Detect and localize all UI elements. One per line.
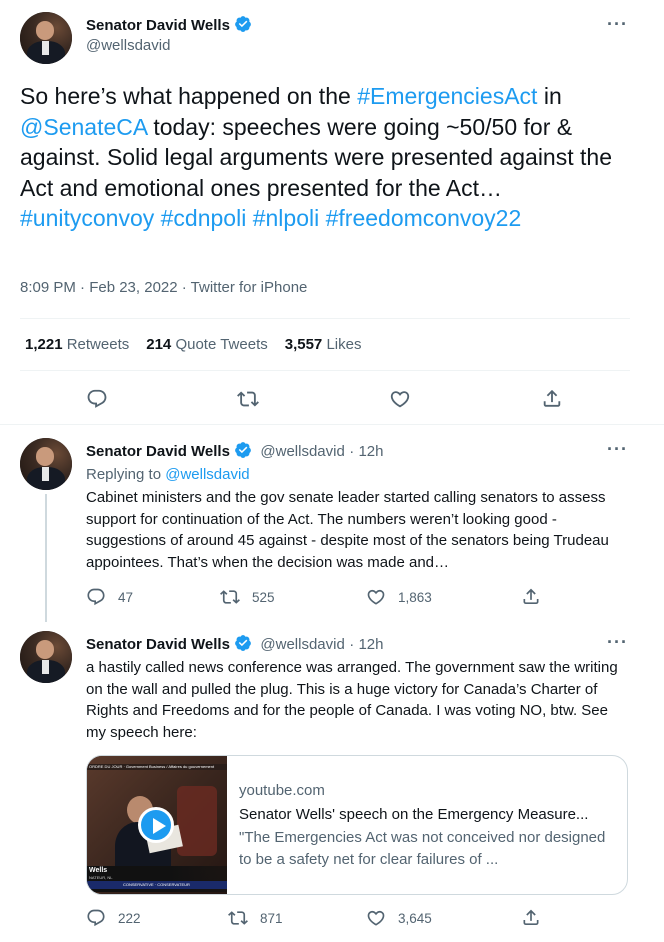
main-tweet-text: So here’s what happened on the #Emergenc… [20, 81, 632, 234]
divider [0, 424, 664, 425]
like-button[interactable]: 1,863 [366, 587, 432, 607]
more-icon[interactable]: ··· [607, 632, 628, 653]
card-title: Senator Wells' speech on the Emergency M… [239, 806, 589, 823]
reply-time[interactable]: · 12h [349, 636, 383, 653]
like-icon [367, 910, 385, 926]
reply-icon [87, 909, 105, 927]
likes-stat[interactable]: 3,557 Likes [285, 336, 362, 353]
media-subtitle: NATEUR, NL [89, 875, 113, 880]
likes-label: Likes [326, 336, 362, 353]
hashtag-link[interactable]: #EmergenciesAct [357, 83, 537, 109]
media-tag: CONSERVATIVE · CONSERVATEUR [123, 882, 190, 887]
reply-icon[interactable] [86, 388, 108, 410]
reply-count: 47 [118, 589, 134, 605]
retweet-icon [220, 590, 240, 604]
replying-to-handle[interactable]: @wellsdavid [165, 466, 249, 483]
retweets-stat[interactable]: 1,221 Retweets [25, 336, 129, 353]
thread-connector [45, 494, 47, 622]
hashtag-link[interactable]: #cdnpoli [161, 205, 247, 231]
quote-tweets-stat[interactable]: 214 Quote Tweets [146, 336, 267, 353]
main-author-name[interactable]: Senator David Wells [86, 17, 230, 34]
reply-avatar[interactable] [20, 438, 72, 490]
link-card[interactable]: ORDRE DU JOUR · Government Business / Af… [86, 755, 628, 895]
quotes-label: Quote Tweets [175, 336, 268, 353]
reply-button[interactable]: 222 [86, 908, 141, 928]
quotes-count: 214 [146, 336, 172, 353]
retweet-icon [228, 911, 248, 925]
card-description: "The Emergencies Act was not conceived n… [239, 829, 606, 868]
tweet-timestamp[interactable]: 8:09 PM · Feb 23, 2022 · Twitter for iPh… [20, 279, 307, 296]
like-icon [367, 589, 385, 605]
hashtag-link[interactable]: #nlpoli [253, 205, 320, 231]
share-icon[interactable] [541, 387, 563, 410]
reply-icon [87, 588, 105, 606]
like-count: 3,645 [398, 910, 432, 926]
divider [20, 370, 630, 371]
reply-author-handle[interactable]: @wellsdavid [260, 443, 344, 460]
reply-time[interactable]: · 12h [349, 443, 383, 460]
media-banner: ORDRE DU JOUR · Government Business / Af… [89, 764, 215, 769]
hashtag-link[interactable]: #freedomconvoy22 [326, 205, 522, 231]
retweets-label: Retweets [66, 336, 130, 353]
reply-author-name[interactable]: Senator David Wells [86, 636, 230, 653]
main-avatar[interactable] [20, 12, 72, 64]
like-icon[interactable] [389, 388, 411, 410]
card-domain: youtube.com [239, 782, 325, 799]
video-thumbnail[interactable]: ORDRE DU JOUR · Government Business / Af… [87, 756, 227, 894]
reply-header: Senator David Wells @wellsdavid · 12h [86, 441, 383, 461]
likes-count: 3,557 [284, 336, 323, 353]
reply-avatar[interactable] [20, 631, 72, 683]
hashtag-link[interactable]: #unityconvoy [20, 205, 154, 231]
share-icon[interactable] [521, 586, 541, 607]
reply-header: Senator David Wells @wellsdavid · 12h [86, 634, 383, 654]
retweet-icon[interactable] [236, 388, 260, 410]
main-author-handle[interactable]: @wellsdavid [86, 37, 170, 54]
retweet-count: 871 [260, 910, 283, 926]
share-icon[interactable] [521, 907, 541, 928]
replying-to: Replying to @wellsdavid [86, 464, 250, 486]
verified-badge-icon [235, 16, 251, 32]
reply-author-handle[interactable]: @wellsdavid [260, 636, 344, 653]
retweet-button[interactable]: 525 [220, 587, 275, 607]
divider [20, 318, 630, 319]
reply-text: a hastily called news conference was arr… [86, 659, 618, 741]
tweet-stats: 1,221 Retweets 214 Quote Tweets 3,557 Li… [25, 336, 361, 353]
like-count: 1,863 [398, 589, 432, 605]
mention-link[interactable]: @SenateCA [20, 114, 147, 140]
verified-badge-icon [235, 635, 251, 651]
retweet-button[interactable]: 871 [228, 908, 283, 928]
more-icon[interactable]: ··· [607, 14, 628, 35]
verified-badge-icon [235, 442, 251, 458]
reply-button[interactable]: 47 [86, 587, 133, 607]
replying-to-label: Replying to [86, 466, 166, 483]
more-icon[interactable]: ··· [607, 439, 628, 460]
tweet-text-segment: in [537, 83, 562, 109]
reply-count: 222 [118, 910, 141, 926]
retweets-count: 1,221 [25, 336, 63, 353]
reply-author-name[interactable]: Senator David Wells [86, 443, 230, 460]
reply-text: Cabinet ministers and the gov senate lea… [86, 489, 609, 571]
retweet-count: 525 [252, 589, 275, 605]
main-author-name-row[interactable]: Senator David Wells [86, 15, 252, 35]
tweet-text-segment: So here’s what happened on the [20, 83, 358, 109]
play-icon[interactable] [138, 807, 174, 843]
media-name: Wells [89, 867, 108, 874]
like-button[interactable]: 3,645 [366, 908, 432, 928]
